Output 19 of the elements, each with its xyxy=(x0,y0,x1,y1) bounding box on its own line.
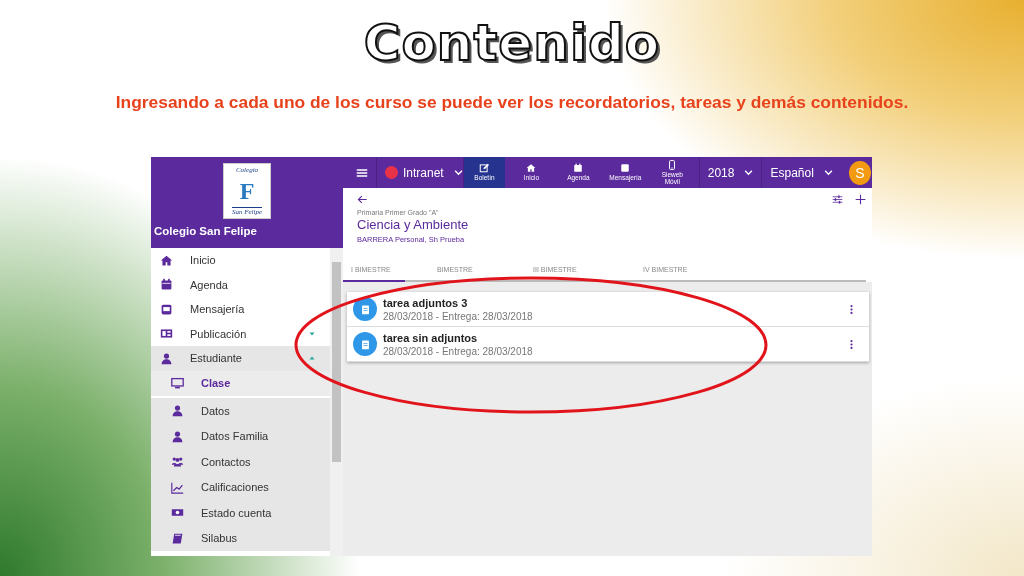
sidebar-subitem[interactable]: Datos Familia xyxy=(151,423,330,449)
sidebar-subitem[interactable]: Datos xyxy=(151,398,330,424)
sidebar-item[interactable]: Agenda xyxy=(151,272,330,297)
task-dates: 28/03/2018 - Entrega: 28/03/2018 xyxy=(383,345,534,357)
sidebar-subitem[interactable]: Estado cuenta xyxy=(151,500,330,526)
sidebar-item[interactable]: Inicio xyxy=(151,248,330,273)
sidebar-subitem[interactable]: Contactos xyxy=(151,449,330,475)
task-dates: 28/03/2018 - Entrega: 28/03/2018 xyxy=(383,310,534,322)
task-title[interactable]: tarea adjuntos 3 xyxy=(383,296,840,309)
sidebar-subitem[interactable]: Clase xyxy=(151,370,330,398)
sidebar-item[interactable]: Publicación xyxy=(151,321,330,346)
sidebar-subitem[interactable]: Calificaciones xyxy=(151,474,330,500)
slide-subtitle: Ingresando a cada uno de los curso se puede ver los recordatorios, tareas y demás contenidos. xyxy=(115,92,909,113)
school-name: Colegio San Felipe xyxy=(153,224,258,237)
sidebar-item[interactable]: Mensajería xyxy=(151,297,330,322)
slide-title: Contenido xyxy=(363,14,661,72)
sidebar-subitem[interactable]: Silabus xyxy=(151,525,330,551)
course-title: Ciencia y Ambiente xyxy=(357,217,470,232)
task-title[interactable]: tarea sin adjuntos xyxy=(383,331,840,344)
